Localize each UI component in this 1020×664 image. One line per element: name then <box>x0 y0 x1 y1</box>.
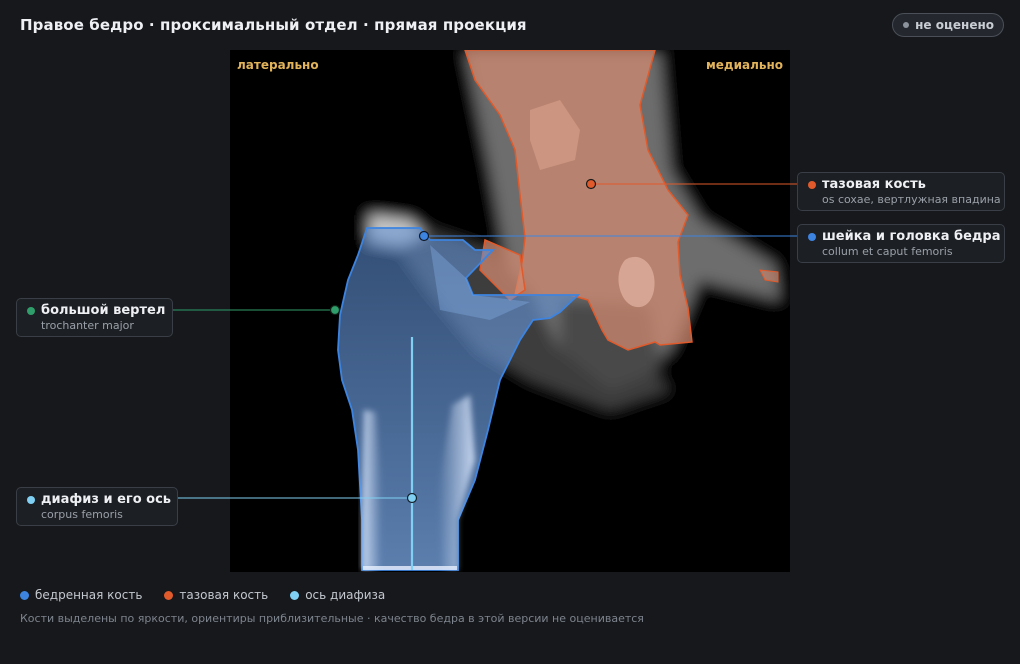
orientation-medial-label: медиально <box>705 58 783 72</box>
footnote: Кости выделены по яркости, ориентиры при… <box>20 612 644 625</box>
callout-pelvis-latin: os coxae, вертлужная впадина <box>822 193 1001 206</box>
legend-pelvis-dot <box>164 590 174 600</box>
shaft-color-dot <box>27 495 35 504</box>
trochanter-color-dot <box>27 306 35 315</box>
callout-pelvis[interactable]: тазовая кость os coxae, вертлужная впади… <box>797 172 1005 211</box>
callout-shaft[interactable]: диафиз и его ось corpus femoris <box>16 487 178 526</box>
callout-shaft-name: диафиз и его ось <box>41 492 172 507</box>
legend-pelvis-label: тазовая кость <box>179 588 269 602</box>
callout-shaft-latin: corpus femoris <box>41 508 123 521</box>
xray-viewer[interactable]: латерально медиально <box>230 50 790 572</box>
page-title: Правое бедро · проксимальный отдел · пря… <box>20 16 527 34</box>
callout-neck-name: шейка и головка бедра <box>822 229 1001 244</box>
status-badge[interactable]: не оценено <box>892 13 1004 37</box>
legend-femur-label: бедренная кость <box>35 588 143 602</box>
legend-item-pelvis: тазовая кость <box>164 588 268 602</box>
orientation-lateral-label: латерально <box>237 58 319 72</box>
pelvis-color-dot <box>808 180 816 189</box>
callout-trochanter-latin: trochanter major <box>41 319 134 332</box>
xray-image <box>230 50 790 572</box>
neck-color-dot <box>808 232 816 241</box>
callout-neck[interactable]: шейка и головка бедра collum et caput fe… <box>797 224 1005 263</box>
legend-axis-label: ось диафиза <box>305 588 386 602</box>
status-label: не оценено <box>915 18 994 32</box>
callout-pelvis-name: тазовая кость <box>822 177 926 192</box>
callout-neck-latin: collum et caput femoris <box>822 245 953 258</box>
legend-item-femur: бедренная кость <box>20 588 142 602</box>
status-dot <box>903 22 910 28</box>
callout-trochanter[interactable]: большой вертел trochanter major <box>16 298 173 337</box>
legend-item-axis: ось диафиза <box>290 588 385 602</box>
legend-femur-dot <box>20 590 29 600</box>
legend-axis-dot <box>290 590 300 600</box>
callout-trochanter-name: большой вертел <box>41 303 166 318</box>
legend: бедренная кость тазовая кость ось диафиз… <box>20 588 385 602</box>
